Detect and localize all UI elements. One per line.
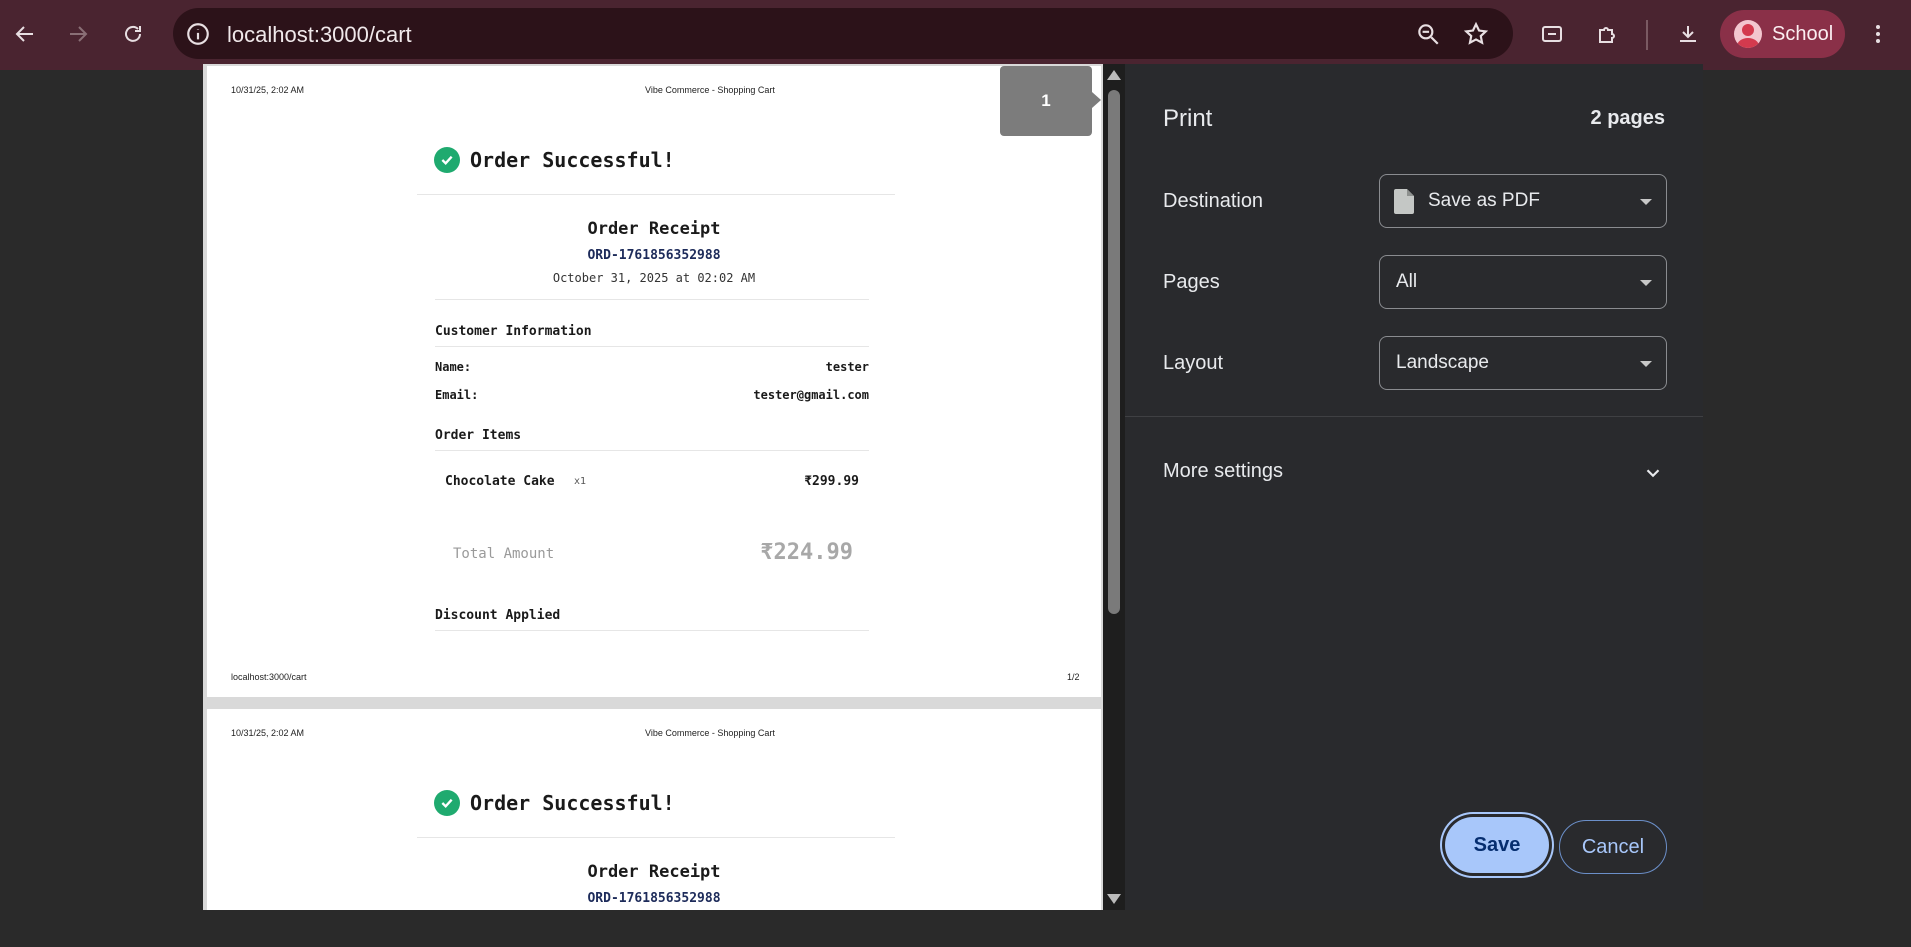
- page-footer-url: localhost:3000/cart: [231, 672, 307, 682]
- page-header-title: Vibe Commerce - Shopping Cart: [645, 85, 775, 95]
- pages-select[interactable]: All: [1379, 255, 1667, 309]
- scroll-down-arrow-icon[interactable]: [1107, 894, 1121, 904]
- dropdown-caret-icon: [1640, 280, 1652, 286]
- divider: [417, 837, 895, 838]
- dropdown-caret-icon: [1640, 361, 1652, 367]
- destination-select[interactable]: Save as PDF: [1379, 174, 1667, 228]
- scrollbar-thumb[interactable]: [1108, 90, 1120, 614]
- receipt-title: Order Receipt: [587, 219, 721, 239]
- menu-kebab-icon[interactable]: [1861, 17, 1895, 51]
- destination-value: Save as PDF: [1428, 190, 1540, 211]
- pages-label: Pages: [1163, 271, 1220, 293]
- print-preview[interactable]: 10/31/25, 2:02 AM Vibe Commerce - Shoppi…: [203, 64, 1103, 910]
- order-success-heading: Order Successful!: [434, 147, 675, 173]
- total-value: ₹224.99: [760, 540, 853, 565]
- chevron-down-icon[interactable]: [1642, 462, 1664, 484]
- more-settings-toggle[interactable]: More settings: [1163, 460, 1283, 483]
- print-settings-panel: Print 2 pages Destination Save as PDF Pa…: [1125, 64, 1703, 910]
- preview-page-1: 10/31/25, 2:02 AM Vibe Commerce - Shoppi…: [207, 66, 1101, 697]
- bookmark-star-icon[interactable]: [1463, 21, 1489, 47]
- items-section-title: Order Items: [435, 428, 522, 443]
- address-bar[interactable]: localhost:3000/cart: [173, 8, 1513, 59]
- order-date: October 31, 2025 at 02:02 AM: [552, 271, 756, 285]
- print-title: Print: [1163, 105, 1213, 132]
- dropdown-caret-icon: [1640, 199, 1652, 205]
- reload-icon[interactable]: [116, 17, 150, 51]
- divider: [435, 630, 869, 631]
- divider: [435, 450, 869, 451]
- success-title: Order Successful!: [470, 148, 675, 172]
- name-value: tester: [825, 360, 869, 374]
- settings-divider: [1125, 416, 1703, 417]
- page-header-datetime: 10/31/25, 2:02 AM: [231, 85, 305, 95]
- preview-scrollbar[interactable]: [1103, 64, 1125, 910]
- page-header-title: Vibe Commerce - Shopping Cart: [645, 728, 775, 738]
- divider: [417, 194, 895, 195]
- email-value: tester@gmail.com: [753, 388, 869, 402]
- pages-value: All: [1396, 271, 1418, 292]
- preview-page-2: 10/31/25, 2:02 AM Vibe Commerce - Shoppi…: [207, 709, 1101, 910]
- name-label: Name:: [435, 360, 472, 374]
- cast-icon[interactable]: [1535, 17, 1569, 51]
- file-icon: [1394, 189, 1414, 214]
- destination-label: Destination: [1163, 190, 1264, 212]
- order-success-heading: Order Successful!: [434, 790, 675, 816]
- check-circle-icon: [434, 790, 460, 816]
- profile-button[interactable]: School: [1720, 10, 1845, 58]
- zoom-icon[interactable]: [1415, 21, 1441, 47]
- discount-label: Discount Applied: [435, 608, 561, 623]
- total-label: Total Amount: [453, 546, 555, 562]
- page-number-badge: 1: [1000, 66, 1092, 136]
- layout-select[interactable]: Landscape: [1379, 336, 1667, 390]
- download-icon[interactable]: [1671, 17, 1705, 51]
- save-button[interactable]: Save: [1445, 817, 1549, 873]
- email-label: Email:: [435, 388, 479, 402]
- forward-icon[interactable]: [61, 17, 95, 51]
- receipt-title: Order Receipt: [587, 862, 721, 882]
- toolbar-divider: [1646, 20, 1648, 50]
- item-qty: x1: [574, 476, 587, 487]
- divider: [435, 299, 869, 300]
- item-name: Chocolate Cake: [445, 474, 555, 489]
- page-header-datetime: 10/31/25, 2:02 AM: [231, 728, 305, 738]
- scroll-up-arrow-icon[interactable]: [1107, 70, 1121, 80]
- page-footer-number: 1/2: [1067, 672, 1080, 682]
- layout-value: Landscape: [1396, 352, 1489, 373]
- url-text[interactable]: localhost:3000/cart: [227, 22, 412, 48]
- success-title: Order Successful!: [470, 791, 675, 815]
- customer-section-title: Customer Information: [435, 324, 592, 339]
- order-id: ORD-1761856352988: [587, 891, 721, 906]
- item-price: ₹299.99: [804, 474, 859, 489]
- page-count: 2 pages: [1590, 107, 1665, 129]
- site-info-icon[interactable]: [185, 21, 211, 47]
- cancel-button[interactable]: Cancel: [1559, 820, 1667, 874]
- avatar: [1734, 20, 1762, 48]
- profile-name: School: [1772, 23, 1834, 45]
- back-icon[interactable]: [8, 17, 42, 51]
- layout-label: Layout: [1163, 352, 1224, 374]
- browser-toolbar: localhost:3000/cart School: [0, 0, 1911, 70]
- check-circle-icon: [434, 147, 460, 173]
- badge-pointer: [1092, 92, 1101, 108]
- order-id: ORD-1761856352988: [587, 248, 721, 263]
- extensions-icon[interactable]: [1591, 17, 1625, 51]
- divider: [435, 346, 869, 347]
